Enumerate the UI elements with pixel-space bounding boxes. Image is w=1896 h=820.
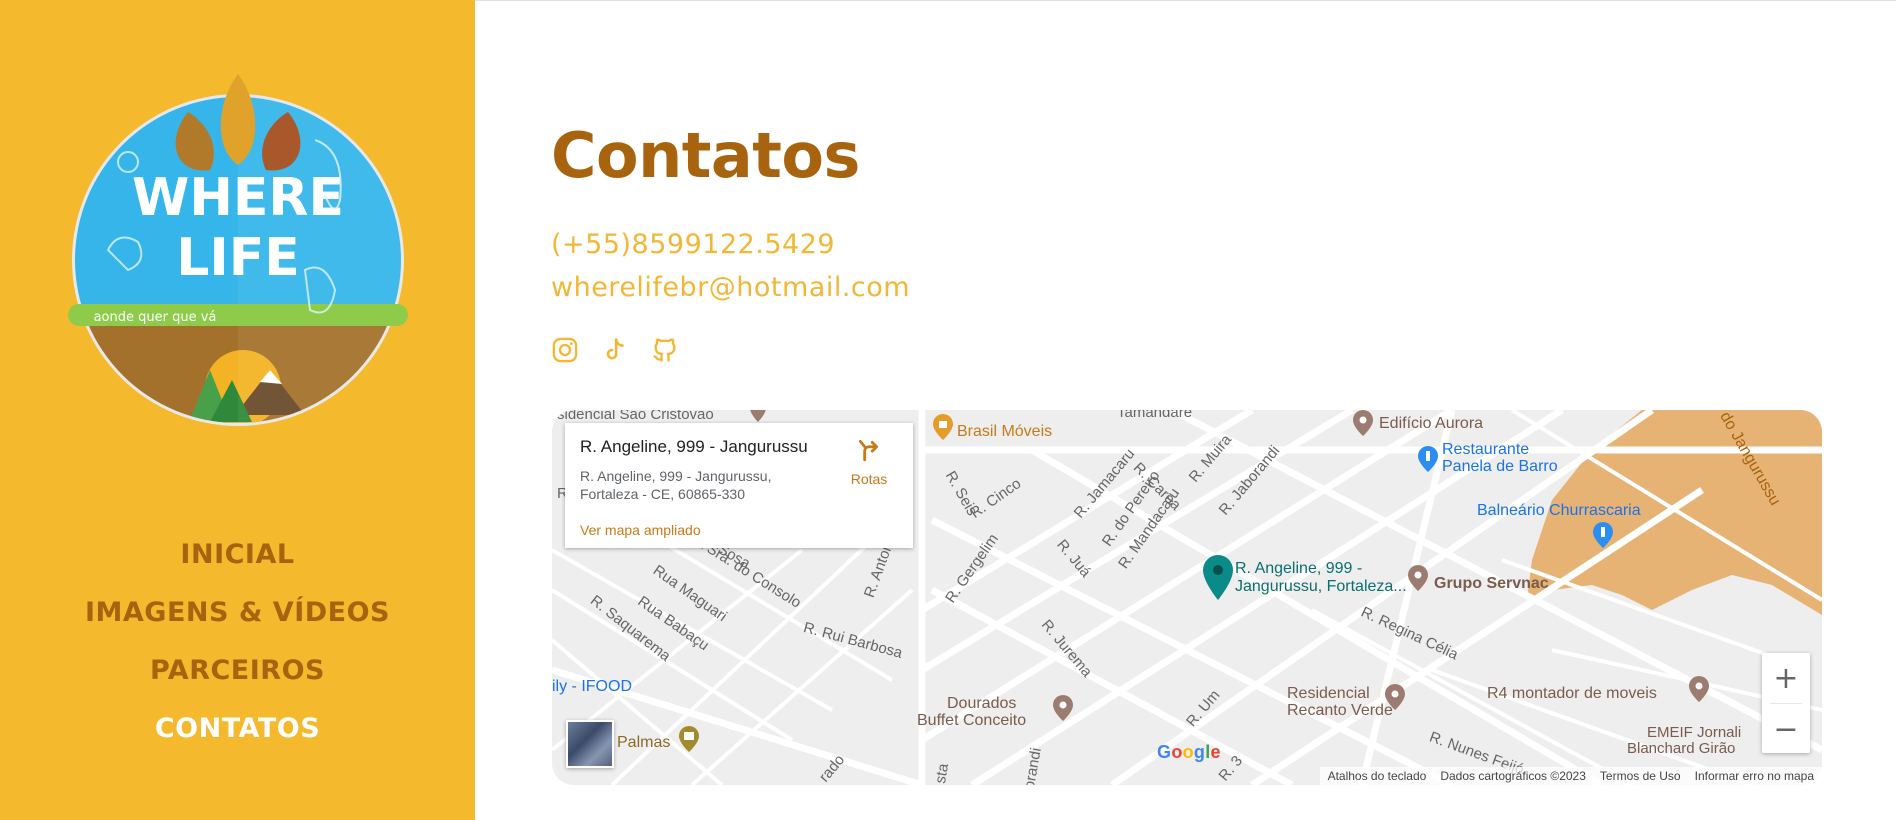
logo-tagline: aonde quer que vá <box>94 310 217 325</box>
poi-brasil-moveis[interactable]: Brasil Móveis <box>957 423 1052 441</box>
shop-pin-icon[interactable] <box>678 726 700 752</box>
place-info-card: R. Angeline, 999 - Jangurussu R. Angelin… <box>565 423 913 548</box>
map-footer: Atalhos do teclado Dados cartográficos ©… <box>1319 767 1822 785</box>
poi-edificio-aurora[interactable]: Edifício Aurora <box>1379 415 1483 433</box>
poi-dourados-line1[interactable]: Dourados <box>947 695 1016 713</box>
street-label: Tamandaré <box>1117 410 1193 421</box>
pin-icon[interactable] <box>1384 684 1406 710</box>
poi-residencial-line2[interactable]: Recanto Verde <box>1287 702 1393 720</box>
selected-location-label-line1[interactable]: R. Angeline, 999 - <box>1235 560 1362 577</box>
pin-icon[interactable] <box>1052 695 1074 721</box>
poi-residencial-line1[interactable]: Residencial <box>1287 685 1370 703</box>
poi-ifood[interactable]: ily - IFOOD <box>552 678 632 696</box>
logo-line2: LIFE <box>176 228 300 288</box>
place-address-line1: R. Angeline, 999 - Jangurussu, <box>580 468 772 484</box>
wherelife-logo[interactable]: WHERE LIFE aonde quer que vá <box>60 70 415 440</box>
nav-imagens-videos[interactable]: IMAGENS & VÍDEOS <box>0 598 475 628</box>
sidebar: WHERE LIFE aonde quer que vá INICIAL IMA… <box>0 0 475 820</box>
poi-emeif-line1[interactable]: EMEIF Jornali <box>1647 724 1741 741</box>
shopping-pin-icon[interactable] <box>932 414 954 440</box>
zoom-out-button[interactable]: − <box>1762 704 1810 754</box>
embedded-map[interactable]: sidencial São Cristovão R. Seis R. Cinco… <box>552 410 1822 785</box>
report-error-link[interactable]: Informar erro no mapa <box>1695 769 1814 783</box>
pin-icon <box>750 410 766 422</box>
poi-balneario[interactable]: Balneário Churrascaria <box>1477 502 1641 520</box>
main-content: Contatos (+55)8599122.5429 wherelifebr@h… <box>475 0 1896 820</box>
selected-location-pin-icon[interactable] <box>1202 555 1234 601</box>
zoom-controls: + − <box>1762 653 1810 753</box>
selected-location-label-line2[interactable]: Jangurussu, Fortaleza... <box>1235 578 1407 595</box>
keyboard-shortcuts-link[interactable]: Atalhos do teclado <box>1328 769 1427 783</box>
logo-line1: WHERE <box>132 168 344 228</box>
page: WHERE LIFE aonde quer que vá INICIAL IMA… <box>0 0 1896 820</box>
email-address[interactable]: wherelifebr@hotmail.com <box>551 272 910 303</box>
directions-label: Rotas <box>850 471 888 487</box>
place-address-line2: Fortaleza - CE, 60865-330 <box>580 486 745 502</box>
view-larger-map-link[interactable]: Ver mapa ampliado <box>580 522 701 538</box>
nav-parceiros[interactable]: PARCEIROS <box>0 656 475 686</box>
map-data-attribution: Dados cartográficos ©2023 <box>1440 769 1586 783</box>
main-nav: INICIAL IMAGENS & VÍDEOS PARCEIROS CONTA… <box>0 540 475 772</box>
pin-icon[interactable] <box>1407 565 1429 591</box>
poi-restaurante-line1[interactable]: Restaurante <box>1442 441 1529 459</box>
page-title: Contatos <box>551 119 860 192</box>
instagram-icon[interactable] <box>551 336 579 364</box>
google-logo: Google <box>1157 742 1221 762</box>
poi-grupo-servnac[interactable]: Grupo Servnac <box>1434 575 1549 593</box>
zoom-in-button[interactable]: + <box>1762 653 1810 703</box>
nav-contatos[interactable]: CONTATOS <box>0 714 475 744</box>
pin-icon[interactable] <box>1688 676 1710 702</box>
street-label: sidencial São Cristovão <box>557 410 714 423</box>
directions-button[interactable]: Rotas <box>847 437 891 487</box>
satellite-layer-toggle[interactable] <box>566 720 614 768</box>
pin-icon[interactable] <box>1352 410 1374 436</box>
social-links <box>551 336 679 364</box>
phone-number[interactable]: (+55)8599122.5429 <box>551 229 835 260</box>
restaurant-pin-icon[interactable] <box>1592 522 1614 548</box>
terms-link[interactable]: Termos de Uso <box>1600 769 1681 783</box>
poi-r4[interactable]: R4 montador de moveis <box>1487 685 1657 703</box>
street-label: sta <box>931 762 953 785</box>
poi-emeif-line2[interactable]: Blanchard Girão <box>1627 740 1735 757</box>
directions-icon <box>858 439 878 462</box>
github-icon[interactable] <box>651 336 679 364</box>
nav-inicial[interactable]: INICIAL <box>0 540 475 570</box>
poi-palmas[interactable]: Palmas <box>617 734 670 752</box>
tiktok-icon[interactable] <box>601 336 629 364</box>
restaurant-pin-icon[interactable] <box>1417 446 1439 472</box>
poi-restaurante-line2[interactable]: Panela de Barro <box>1442 458 1558 476</box>
poi-dourados-line2[interactable]: Buffet Conceito <box>917 712 1026 730</box>
